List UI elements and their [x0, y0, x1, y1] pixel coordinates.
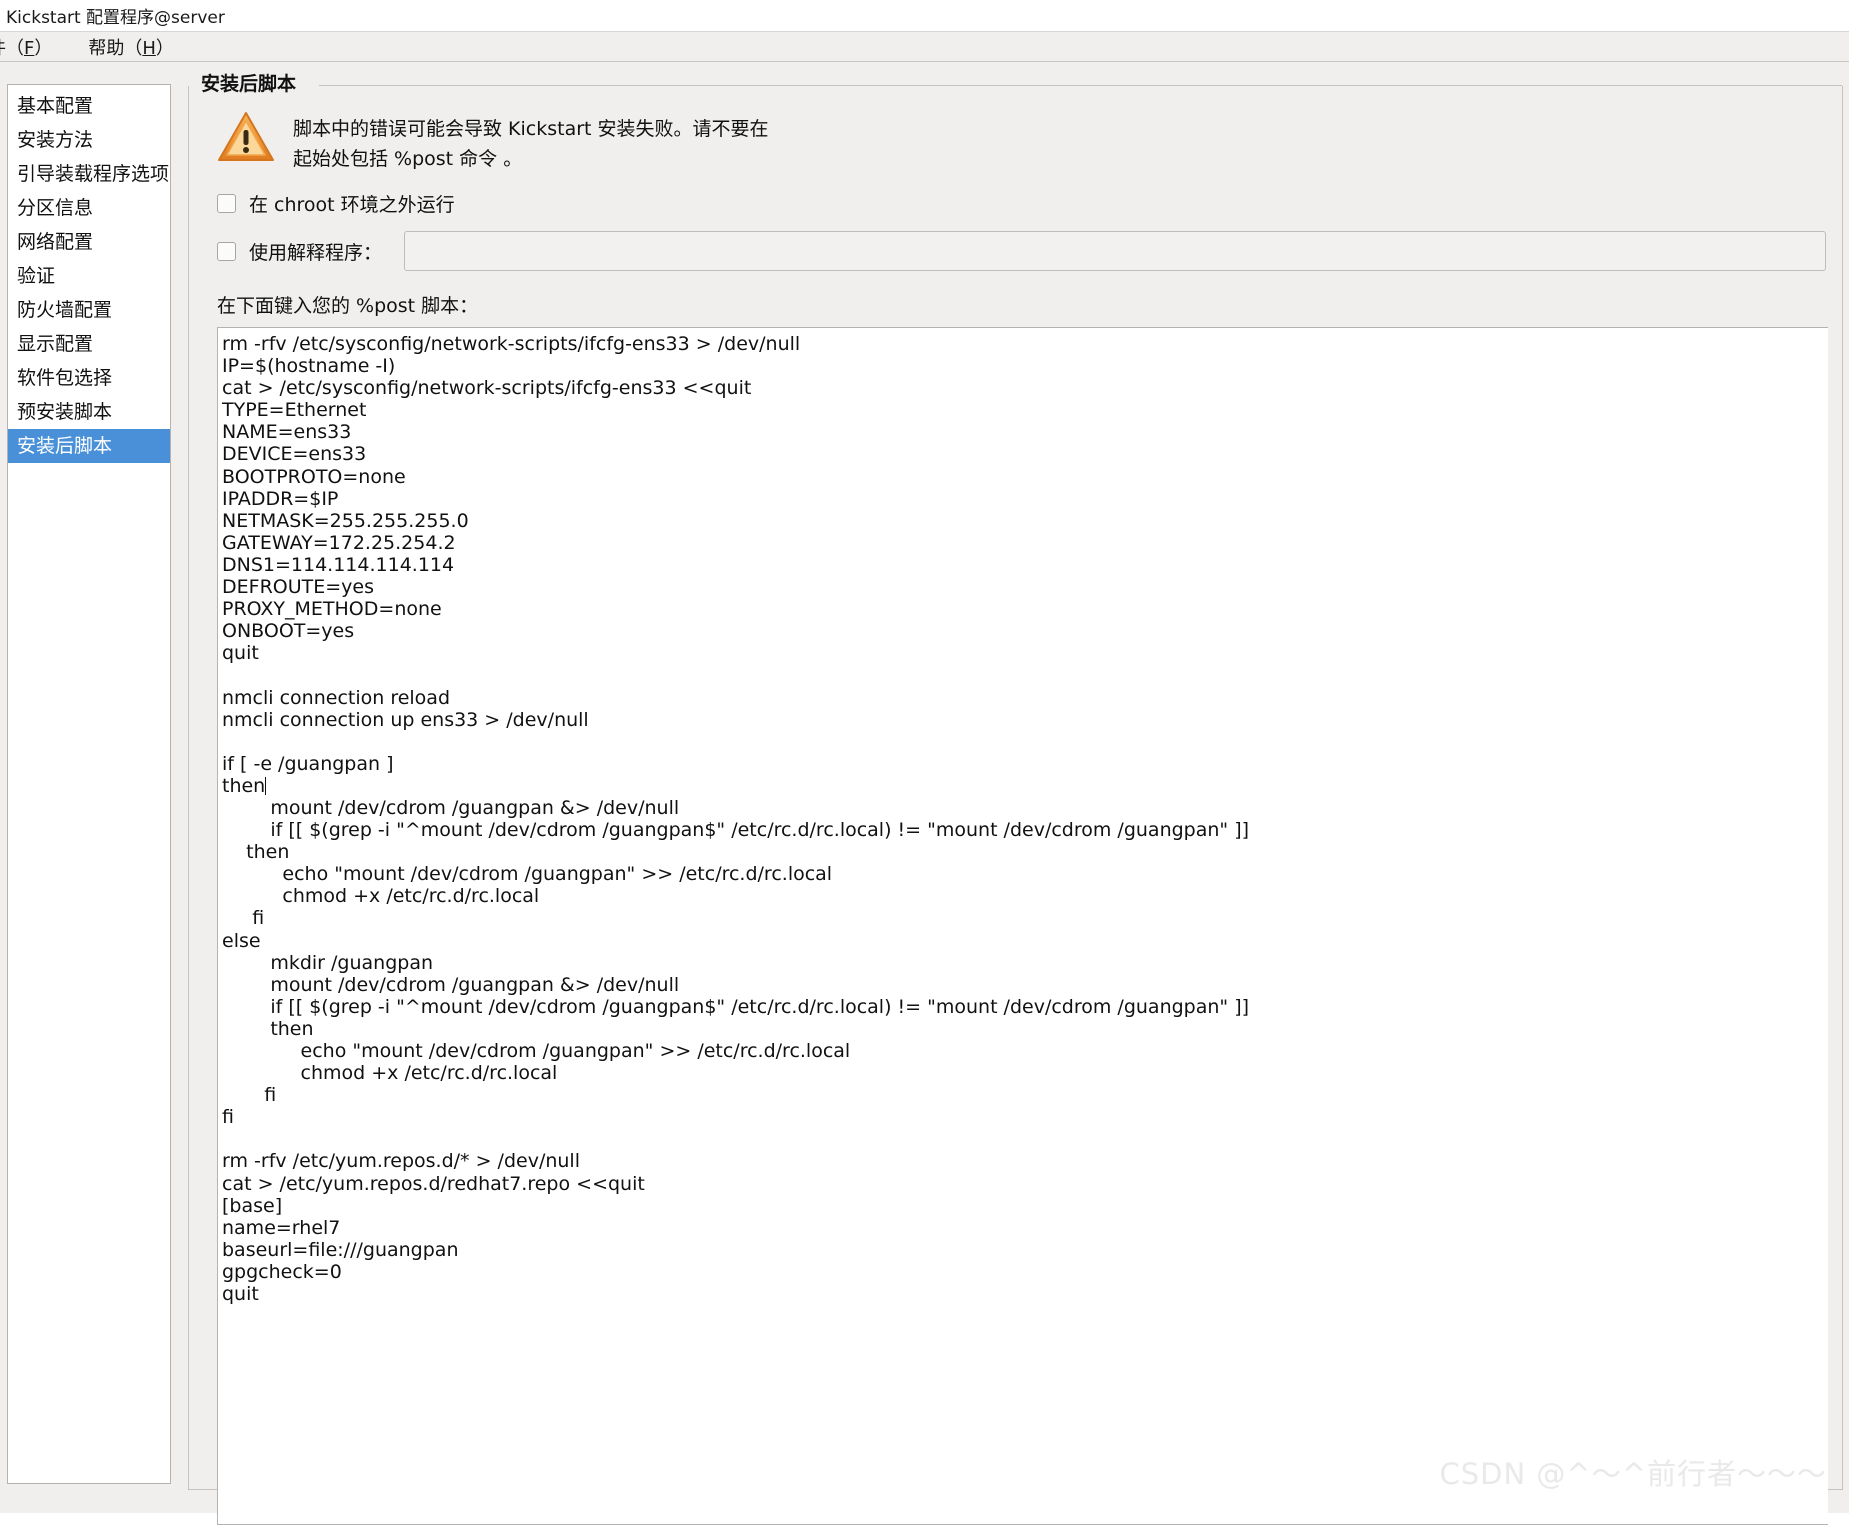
sidebar-item-label: 验证	[17, 265, 56, 287]
script-prompt-label: 在下面键入您的 %post 脚本：	[217, 295, 479, 317]
sidebar-item-install-method[interactable]: 安装方法	[8, 123, 170, 157]
sidebar-item-label: 分区信息	[17, 197, 94, 219]
menu-file-suffix: ）	[34, 37, 53, 59]
menu-bar: 件（F） 帮助（H）	[0, 31, 1849, 62]
post-script-textarea[interactable]: rm -rfv /etc/sysconfig/network-scripts/i…	[217, 327, 1828, 1525]
menu-help[interactable]: 帮助（H）	[88, 34, 188, 60]
warning-triangle-icon	[217, 110, 275, 164]
sidebar-item-label: 基本配置	[17, 95, 94, 117]
group-content: 脚本中的错误可能会导致 Kickstart 安装失败。请不要在 起始处包括 %p…	[189, 86, 1842, 1525]
sidebar-item-label: 安装后脚本	[17, 435, 113, 457]
sidebar-item-label: 显示配置	[17, 333, 94, 355]
sidebar-item-authentication[interactable]: 验证	[8, 259, 170, 293]
content-panel: 安装后脚本 脚本中的错误可能会导致 Kickstart 安装失败。请不要在 起始…	[180, 62, 1849, 1525]
sidebar-item-partition-info[interactable]: 分区信息	[8, 191, 170, 225]
sidebar-list[interactable]: 基本配置 安装方法 引导装载程序选项 分区信息 网络配置 验证 防火墙配置 显示…	[7, 84, 171, 1484]
text-caret	[265, 776, 267, 795]
sidebar-item-display-config[interactable]: 显示配置	[8, 327, 170, 361]
window-title: Kickstart 配置程序@server	[6, 8, 225, 28]
sidebar-item-package-selection[interactable]: 软件包选择	[8, 361, 170, 395]
sidebar-container: 基本配置 安装方法 引导装载程序选项 分区信息 网络配置 验证 防火墙配置 显示…	[0, 62, 180, 1513]
sidebar-item-label: 引导装载程序选项	[17, 163, 170, 185]
sidebar-item-firewall-config[interactable]: 防火墙配置	[8, 293, 170, 327]
post-install-script-group: 安装后脚本 脚本中的错误可能会导致 Kickstart 安装失败。请不要在 起始…	[188, 69, 1843, 1525]
interpreter-input[interactable]	[404, 231, 1826, 271]
menu-help-suffix: ）	[155, 37, 174, 59]
menu-file-label: 件（	[0, 37, 24, 59]
sidebar-item-network-config[interactable]: 网络配置	[8, 225, 170, 259]
warning-row: 脚本中的错误可能会导致 Kickstart 安装失败。请不要在 起始处包括 %p…	[203, 108, 1828, 174]
sidebar-item-label: 软件包选择	[17, 367, 113, 389]
sidebar-item-label: 防火墙配置	[17, 299, 113, 321]
group-divider	[319, 85, 1842, 86]
kickstart-configurator-window: Kickstart 配置程序@server 件（F） 帮助（H） 基本配置 安装…	[0, 0, 1849, 1525]
chroot-checkbox-row[interactable]: 在 chroot 环境之外运行	[203, 190, 1828, 217]
chroot-checkbox[interactable]	[217, 194, 236, 213]
sidebar-item-label: 安装方法	[17, 129, 94, 151]
menu-file[interactable]: 件（F）	[0, 34, 66, 60]
post-script-content[interactable]: rm -rfv /etc/sysconfig/network-scripts/i…	[218, 328, 1828, 1305]
interpreter-checkbox[interactable]	[217, 241, 236, 261]
interpreter-checkbox-label: 使用解释程序：	[249, 241, 383, 264]
sidebar-item-post-install-script[interactable]: 安装后脚本	[8, 429, 170, 463]
sidebar-item-bootloader-options[interactable]: 引导装载程序选项	[8, 157, 170, 191]
title-bar: Kickstart 配置程序@server	[0, 0, 1849, 31]
sidebar-item-label: 预安装脚本	[17, 401, 113, 423]
sidebar-item-label: 网络配置	[17, 231, 94, 253]
warning-text: 脚本中的错误可能会导致 Kickstart 安装失败。请不要在 起始处包括 %p…	[293, 118, 769, 170]
sidebar-item-basic-config[interactable]: 基本配置	[8, 89, 170, 123]
interpreter-row: 使用解释程序：	[203, 231, 1828, 271]
group-title: 安装后脚本	[197, 69, 305, 96]
chroot-checkbox-label: 在 chroot 环境之外运行	[249, 194, 455, 216]
sidebar-item-pre-install-script[interactable]: 预安装脚本	[8, 395, 170, 429]
menu-help-mnemonic: H	[142, 37, 156, 59]
menu-help-label: 帮助（	[88, 37, 143, 59]
menu-file-mnemonic: F	[24, 37, 35, 59]
main-body: 基本配置 安装方法 引导装载程序选项 分区信息 网络配置 验证 防火墙配置 显示…	[0, 62, 1849, 1525]
